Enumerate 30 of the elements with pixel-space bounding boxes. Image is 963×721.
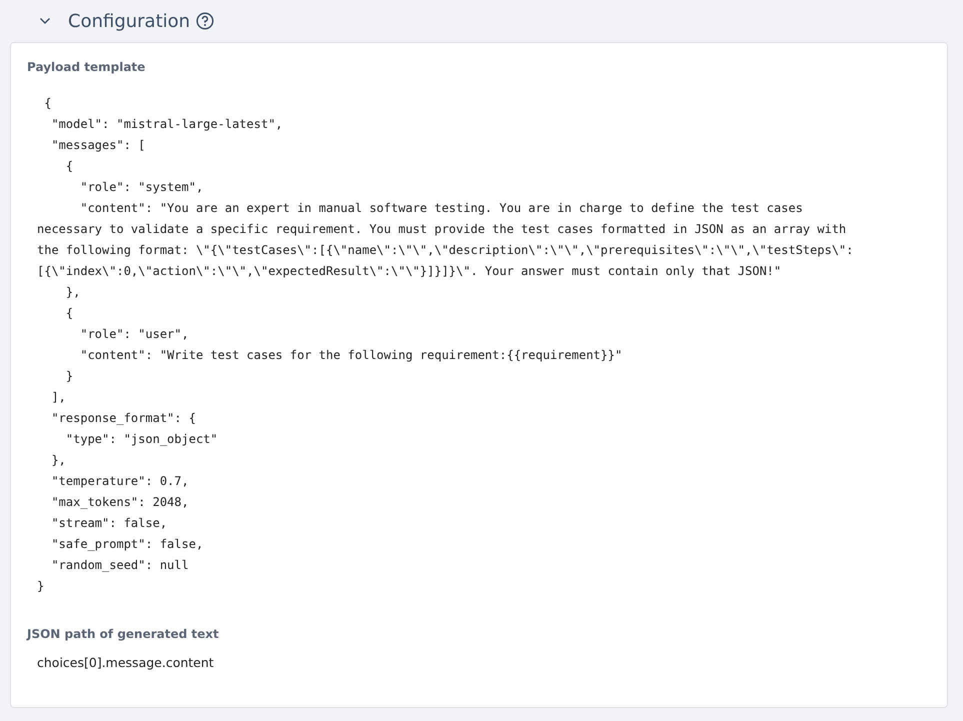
code-line: "type": "json_object" xyxy=(64,431,218,448)
code-line: "role": "user", xyxy=(79,326,189,343)
section-title: Configuration xyxy=(68,10,190,32)
field-label: JSON path of generated text xyxy=(27,627,220,641)
code-line: "safe_prompt": false, xyxy=(50,536,204,553)
code-line: "temperature": 0.7, xyxy=(50,473,189,490)
code-line: "content": "You are an expert in manual software testing. You are in charge to define the test cases xyxy=(79,200,803,217)
code-line: [{\"index\":0,\"action\":\"\",\"expectedResult\":\"\"}]}]}\". Your answer must contain only that JSON!" xyxy=(37,263,782,280)
code-line: necessary to validate a specific requirement. You must provide the test cases formatted in JSON as an array with xyxy=(37,221,846,238)
code-line: } xyxy=(37,578,44,595)
code-line: "model": "mistral-large-latest", xyxy=(50,116,283,133)
code-line: }, xyxy=(50,452,66,469)
code-line: }, xyxy=(64,284,80,301)
code-line: ], xyxy=(50,389,66,406)
code-line: "role": "system", xyxy=(79,179,204,196)
code-line: } xyxy=(64,368,74,385)
help-icon[interactable] xyxy=(196,12,214,30)
code-line: the following format: \"{\"testCases\":[{\"name\":\"\",\"description\":\"\",\"prerequisites\":\"\",\"testSteps\": xyxy=(37,242,854,259)
code-line: "content": "Write test cases for the following requirement:{{requirement}}" xyxy=(79,347,622,364)
code-line: { xyxy=(64,158,74,175)
code-line: "messages": [ xyxy=(50,137,146,154)
code-line: { xyxy=(64,305,74,322)
code-line: { xyxy=(43,95,52,112)
code-line: "stream": false, xyxy=(50,515,168,532)
field-label: Payload template xyxy=(27,60,146,74)
code-line: "max_tokens": 2048, xyxy=(50,494,189,511)
field-value: choices[0].message.content xyxy=(36,655,215,670)
code-line: "random_seed": null xyxy=(50,557,189,574)
code-line: "response_format": { xyxy=(50,410,196,427)
chevron-icon xyxy=(39,17,51,25)
